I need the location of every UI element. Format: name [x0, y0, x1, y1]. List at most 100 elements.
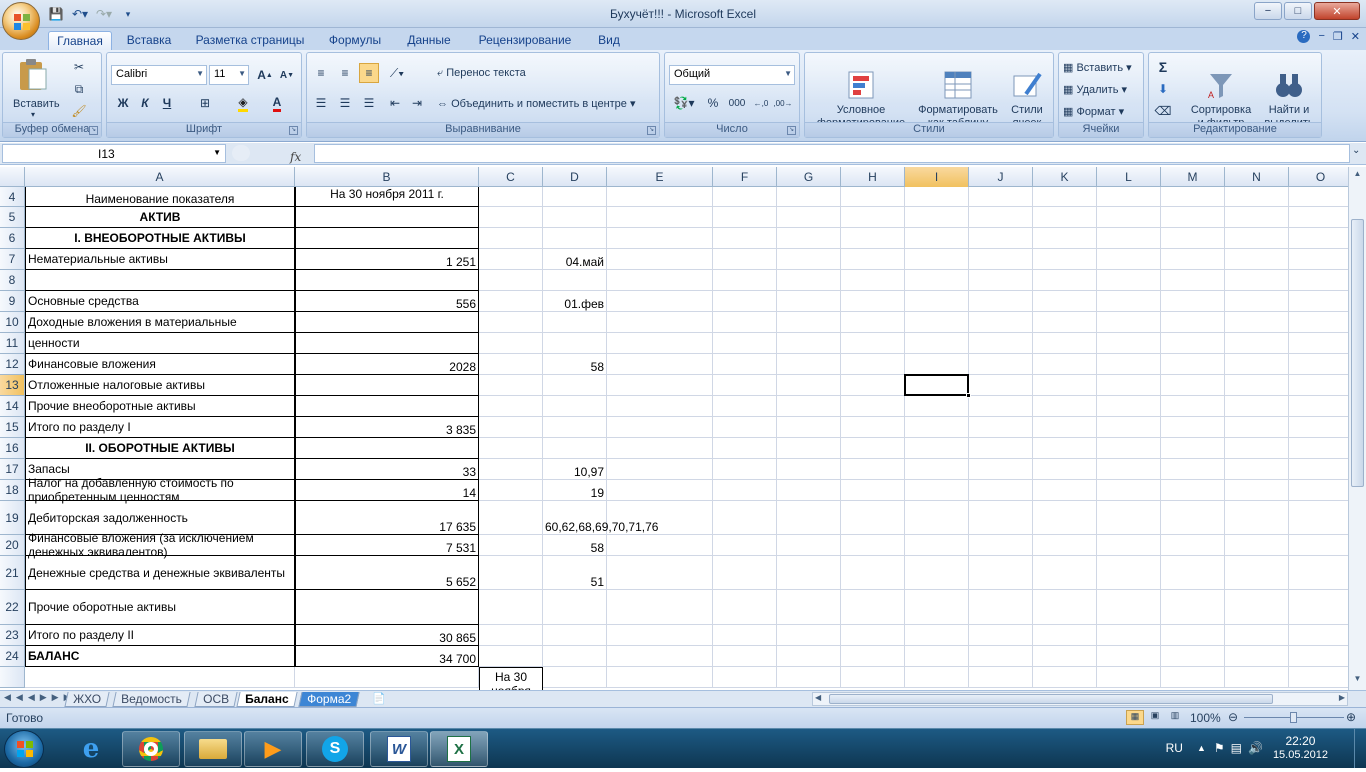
shrink-font-icon[interactable]: A ▼ [277, 65, 297, 85]
cell-k[interactable] [1033, 480, 1097, 501]
column-header-a[interactable]: A [25, 167, 295, 187]
alignment-launcher-icon[interactable]: ↘ [647, 126, 656, 135]
clock[interactable]: 22:20 15.05.2012 [1273, 734, 1328, 762]
taskbar-explorer[interactable] [184, 731, 242, 767]
cell-e[interactable] [607, 667, 713, 688]
grow-font-icon[interactable]: A ▲ [255, 65, 275, 85]
cell-h[interactable] [841, 312, 905, 333]
show-hidden-icons[interactable]: ▲ [1197, 743, 1206, 753]
cell-o[interactable] [1289, 480, 1348, 501]
cell-m[interactable] [1161, 187, 1225, 207]
cell-m[interactable] [1161, 667, 1225, 688]
cell-h[interactable] [841, 375, 905, 396]
scroll-up-icon[interactable]: ▲ [1350, 169, 1365, 183]
cell-f[interactable] [713, 667, 777, 688]
cell-b[interactable] [295, 667, 479, 688]
cell-d[interactable] [543, 625, 607, 646]
cell-h[interactable] [841, 535, 905, 556]
cell-a[interactable] [25, 667, 295, 688]
cell-h[interactable] [841, 187, 905, 207]
align-right-icon[interactable]: ☰ [359, 93, 379, 113]
row-header[interactable]: 24 [0, 646, 25, 667]
cell-a[interactable] [25, 270, 295, 291]
cell-h[interactable] [841, 354, 905, 375]
cell-f[interactable] [713, 480, 777, 501]
cell-i[interactable] [905, 312, 969, 333]
office-button[interactable] [2, 2, 40, 40]
cell-g[interactable] [777, 646, 841, 667]
cell-n[interactable] [1225, 291, 1289, 312]
taskbar-word[interactable]: W [370, 731, 428, 767]
cell-b[interactable]: 5 652 [295, 556, 479, 590]
cell-b[interactable] [295, 590, 479, 625]
sheet-tab-forma2[interactable]: Форма2 [298, 692, 360, 707]
cell-m[interactable] [1161, 375, 1225, 396]
orientation-icon[interactable]: ⟋▾ [387, 63, 407, 83]
cell-k[interactable] [1033, 249, 1097, 270]
paste-button[interactable]: Вставить ▾ [13, 57, 60, 119]
cell-e[interactable] [607, 396, 713, 417]
cell-l[interactable] [1097, 556, 1161, 590]
cell-f[interactable] [713, 249, 777, 270]
cell-i[interactable] [905, 590, 969, 625]
cell-a[interactable]: I. ВНЕОБОРОТНЫЕ АКТИВЫ [25, 228, 295, 249]
cell-j[interactable] [969, 333, 1033, 354]
sheet-tab-vedomost[interactable]: Ведомость [112, 692, 191, 707]
cell-m[interactable] [1161, 228, 1225, 249]
row-header[interactable] [0, 667, 25, 688]
column-header-h[interactable]: H [841, 167, 905, 187]
row-header[interactable]: 19 [0, 501, 25, 535]
cell-j[interactable] [969, 187, 1033, 207]
sheet-tab-osv[interactable]: ОСВ [194, 692, 238, 707]
scroll-down-icon[interactable]: ▼ [1350, 674, 1365, 688]
cell-e[interactable] [607, 249, 713, 270]
cell-m[interactable] [1161, 501, 1225, 535]
cell-o[interactable] [1289, 354, 1348, 375]
increase-decimal-icon[interactable]: ←,0 [751, 93, 771, 113]
cell-n[interactable] [1225, 396, 1289, 417]
cell-i[interactable] [905, 646, 969, 667]
cell-k[interactable] [1033, 625, 1097, 646]
cell-l[interactable] [1097, 312, 1161, 333]
cell-e[interactable] [607, 354, 713, 375]
cell-j[interactable] [969, 354, 1033, 375]
cell-d[interactable] [543, 270, 607, 291]
cell-l[interactable] [1097, 291, 1161, 312]
cell-o[interactable] [1289, 207, 1348, 228]
cell-f[interactable] [713, 590, 777, 625]
cell-l[interactable] [1097, 625, 1161, 646]
cell-g[interactable] [777, 417, 841, 438]
cell-d[interactable]: 19 [543, 480, 607, 501]
copy-icon[interactable]: ⧉ [69, 79, 89, 99]
cell-g[interactable] [777, 556, 841, 590]
cell-d[interactable]: 01.фев [543, 291, 607, 312]
cell-h[interactable] [841, 270, 905, 291]
cell-k[interactable] [1033, 312, 1097, 333]
save-icon[interactable]: 💾 [46, 5, 66, 23]
cell-l[interactable] [1097, 207, 1161, 228]
cell-h[interactable] [841, 480, 905, 501]
sheet-tab-balance[interactable]: Баланс [236, 692, 298, 707]
wrap-text-button[interactable]: ⤶ Перенос текста [437, 67, 526, 80]
cut-icon[interactable]: ✂ [69, 57, 89, 77]
cell-h[interactable] [841, 667, 905, 688]
cell-f[interactable] [713, 417, 777, 438]
cell-m[interactable] [1161, 270, 1225, 291]
cell-m[interactable] [1161, 333, 1225, 354]
undo-icon[interactable]: ↶▾ [70, 5, 90, 23]
cell-k[interactable] [1033, 459, 1097, 480]
cell-l[interactable] [1097, 480, 1161, 501]
row-header[interactable]: 9 [0, 291, 25, 312]
cell-f[interactable] [713, 228, 777, 249]
cell-k[interactable] [1033, 501, 1097, 535]
cell-n[interactable] [1225, 480, 1289, 501]
name-box[interactable]: I13 ▼ [2, 144, 226, 163]
taskbar-skype[interactable]: S [306, 731, 364, 767]
cell-l[interactable] [1097, 228, 1161, 249]
cell-j[interactable] [969, 501, 1033, 535]
cell-e[interactable] [607, 501, 713, 535]
worksheet-grid[interactable]: ABCDEFGHIJKLMNO 4 Наименование показателя… [0, 167, 1348, 690]
clipboard-launcher-icon[interactable]: ↘ [89, 126, 98, 135]
cell-c[interactable] [479, 646, 543, 667]
workbook-close-icon[interactable]: ✕ [1351, 30, 1360, 43]
